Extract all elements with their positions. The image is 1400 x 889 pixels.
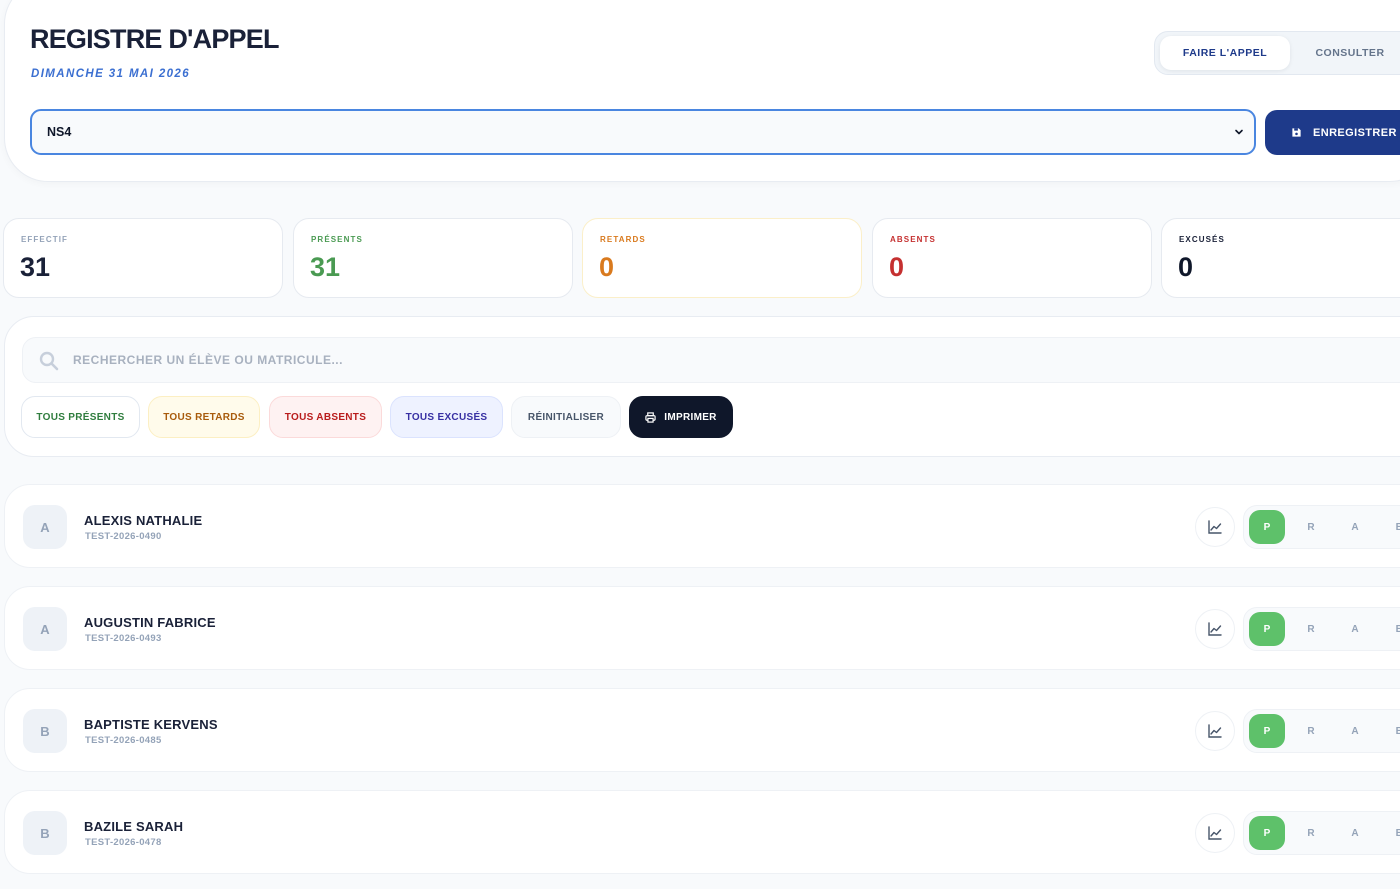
stat-label: EFFECTIF (21, 235, 69, 244)
status-late-button[interactable]: R (1293, 714, 1329, 748)
student-name: BAZILE SARAH (84, 819, 184, 834)
all-present-button[interactable]: TOUS PRÉSENTS (21, 396, 140, 438)
all-late-button[interactable]: TOUS RETARDS (148, 396, 260, 438)
all-excused-button[interactable]: TOUS EXCUSÉS (390, 396, 503, 438)
student-id: TEST-2026-0478 (85, 837, 162, 848)
history-button[interactable] (1195, 711, 1235, 751)
avatar: A (23, 607, 67, 651)
stat-label: PRÉSENTS (311, 235, 363, 244)
print-button-label: IMPRIMER (664, 411, 717, 423)
mode-toggle: FAIRE L'APPEL CONSULTER (1154, 31, 1400, 75)
status-absent-button[interactable]: A (1337, 510, 1373, 544)
student-id: TEST-2026-0490 (85, 531, 162, 542)
student-id: TEST-2026-0485 (85, 735, 162, 746)
student-row: A ALEXIS NATHALIE TEST-2026-0490 P R A E (4, 484, 1400, 568)
class-select-value: NS4 (47, 125, 72, 139)
tab-faire-appel[interactable]: FAIRE L'APPEL (1160, 36, 1290, 70)
stat-card-absents: ABSENTS 0 (872, 218, 1152, 298)
stat-label: ABSENTS (890, 235, 936, 244)
student-id: TEST-2026-0493 (85, 633, 162, 644)
stat-value: 0 (599, 252, 615, 282)
status-absent-button[interactable]: A (1337, 714, 1373, 748)
search-icon (39, 351, 59, 371)
status-excused-button[interactable]: E (1381, 816, 1400, 850)
stat-card-retards: RETARDS 0 (582, 218, 862, 298)
reset-button[interactable]: RÉINITIALISER (511, 396, 621, 438)
student-name: ALEXIS NATHALIE (84, 513, 203, 528)
status-selector: P R A E (1243, 505, 1400, 549)
search-input[interactable] (73, 338, 973, 382)
stat-value: 0 (889, 252, 905, 282)
save-icon (1292, 128, 1301, 137)
student-name: AUGUSTIN FABRICE (84, 615, 216, 630)
page-title: REGISTRE D'APPEL (30, 24, 279, 54)
printer-icon (645, 411, 656, 423)
trend-chart-icon (1208, 622, 1222, 636)
status-excused-button[interactable]: E (1381, 714, 1400, 748)
trend-chart-icon (1208, 826, 1222, 840)
stat-card-effectif: EFFECTIF 31 (3, 218, 283, 298)
save-button-label: ENREGISTRER (1313, 126, 1397, 139)
avatar: B (23, 709, 67, 753)
status-present-button[interactable]: P (1249, 816, 1285, 850)
status-present-button[interactable]: P (1249, 714, 1285, 748)
student-row: B BAZILE SARAH TEST-2026-0478 P R A E (4, 790, 1400, 874)
tab-consulter[interactable]: CONSULTER (1295, 36, 1400, 70)
status-selector: P R A E (1243, 607, 1400, 651)
trend-chart-icon (1208, 520, 1222, 534)
avatar: B (23, 811, 67, 855)
all-absent-button[interactable]: TOUS ABSENTS (269, 396, 382, 438)
student-name: BAPTISTE KERVENS (84, 717, 218, 732)
status-late-button[interactable]: R (1293, 510, 1329, 544)
class-select[interactable]: NS4 (30, 109, 1256, 155)
stat-value: 31 (310, 252, 341, 282)
status-excused-button[interactable]: E (1381, 612, 1400, 646)
chevron-down-icon (1235, 129, 1243, 135)
stat-label: EXCUSÉS (1179, 235, 1225, 244)
status-late-button[interactable]: R (1293, 816, 1329, 850)
history-button[interactable] (1195, 507, 1235, 547)
avatar: A (23, 505, 67, 549)
status-absent-button[interactable]: A (1337, 816, 1373, 850)
stat-value: 31 (20, 252, 51, 282)
page-date: DIMANCHE 31 MAI 2026 (31, 68, 191, 80)
status-selector: P R A E (1243, 709, 1400, 753)
trend-chart-icon (1208, 724, 1222, 738)
stat-label: RETARDS (600, 235, 646, 244)
student-row: B BAPTISTE KERVENS TEST-2026-0485 P R A … (4, 688, 1400, 772)
student-row: A AUGUSTIN FABRICE TEST-2026-0493 P R A … (4, 586, 1400, 670)
save-button[interactable]: ENREGISTRER (1265, 110, 1400, 155)
status-absent-button[interactable]: A (1337, 612, 1373, 646)
stat-card-presents: PRÉSENTS 31 (293, 218, 573, 298)
status-present-button[interactable]: P (1249, 510, 1285, 544)
status-excused-button[interactable]: E (1381, 510, 1400, 544)
history-button[interactable] (1195, 813, 1235, 853)
stat-card-excuses: EXCUSÉS 0 (1161, 218, 1400, 298)
status-late-button[interactable]: R (1293, 612, 1329, 646)
print-button[interactable]: IMPRIMER (629, 396, 733, 438)
status-present-button[interactable]: P (1249, 612, 1285, 646)
history-button[interactable] (1195, 609, 1235, 649)
search-box (22, 337, 1400, 383)
stat-value: 0 (1178, 252, 1194, 282)
status-selector: P R A E (1243, 811, 1400, 855)
